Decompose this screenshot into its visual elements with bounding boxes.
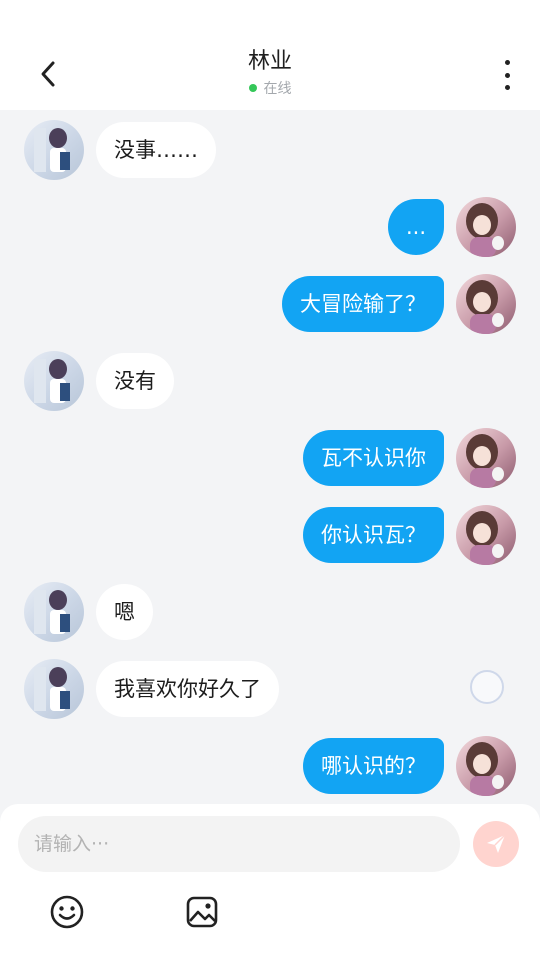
avatar[interactable] [456,736,516,796]
more-vertical-icon [504,60,510,65]
message-input[interactable] [18,816,460,872]
avatar[interactable] [24,351,84,411]
avatar[interactable] [24,582,84,642]
message-row: ... [0,195,540,257]
message-row: 哪认识的？ [0,734,540,796]
online-dot-icon [248,84,257,92]
message-bubble[interactable]: 哪认识的？ [303,738,444,794]
avatar[interactable] [24,120,84,180]
send-button[interactable] [473,821,519,867]
message-row: 没事…… [0,118,540,180]
message-bubble[interactable]: 瓦不认识你 [303,430,444,486]
online-status: 在线 [0,78,540,98]
avatar[interactable] [456,428,516,488]
message-bubble[interactable]: 我喜欢你好久了 [96,661,279,717]
message-bubble[interactable]: 你认识瓦？ [303,507,444,563]
message-list[interactable]: 没事…… ... 大冒险输了？ 没有 瓦不认识你 你认识瓦？ 嗯 我喜欢你好久了… [0,110,540,805]
emoji-button[interactable] [47,892,87,932]
more-button[interactable] [494,56,520,94]
chat-header: 林业 在线 [0,0,540,110]
avatar[interactable] [456,274,516,334]
avatar[interactable] [456,197,516,257]
message-row: 大冒险输了？ [0,272,540,334]
message-bubble[interactable]: ... [387,199,444,255]
image-icon [186,896,218,928]
avatar[interactable] [24,659,84,719]
message-bubble[interactable]: 没有 [96,353,174,409]
message-row: 你认识瓦？ [0,503,540,565]
chat-title: 林业 [247,49,292,74]
message-row: 我喜欢你好久了 [0,657,540,719]
message-bubble[interactable]: 嗯 [96,584,153,640]
composer-bar [0,804,540,960]
avatar[interactable] [456,505,516,565]
title-block: 林业 在线 [0,48,540,98]
emoji-icon [50,895,84,929]
message-row: 没有 [0,349,540,411]
message-row: 嗯 [0,580,540,642]
message-bubble[interactable]: 大冒险输了？ [282,276,444,332]
message-bubble[interactable]: 没事…… [96,122,216,178]
image-button[interactable] [182,892,222,932]
send-icon [487,834,506,853]
message-row: 瓦不认识你 [0,426,540,488]
status-text: 在线 [263,81,292,97]
